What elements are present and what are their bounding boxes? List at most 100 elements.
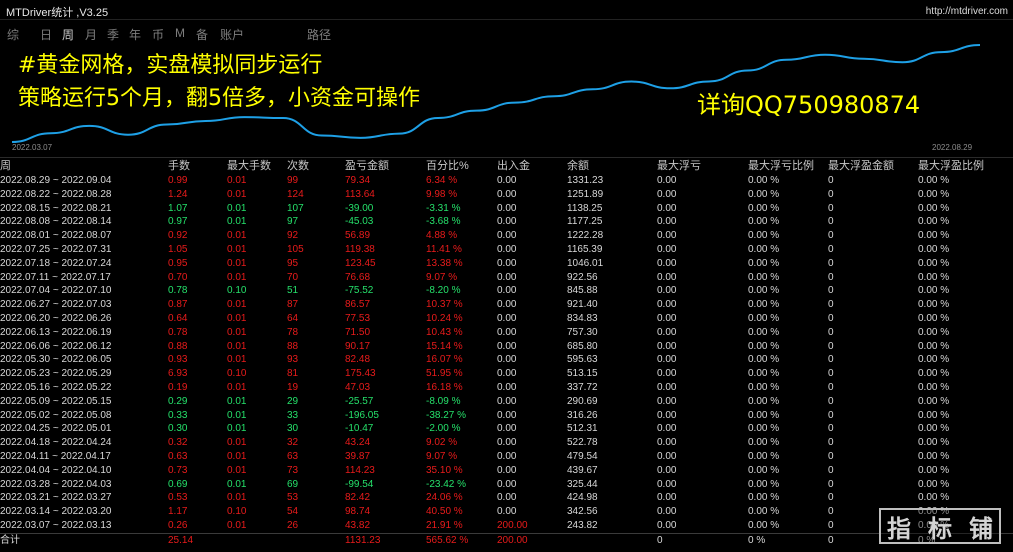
tab-4[interactable]: 季 xyxy=(107,26,119,43)
table-cell: 82.48 xyxy=(345,354,371,366)
table-cell: 0.00 xyxy=(497,492,517,504)
table-cell: 0.00 xyxy=(657,354,677,366)
table-cell: 1.17 xyxy=(168,506,188,518)
column-header[interactable]: 最大手数 xyxy=(227,158,287,174)
table-cell: 0.00 xyxy=(497,450,517,462)
tab-1[interactable]: 日 xyxy=(40,26,52,43)
table-cell: 69 xyxy=(287,478,299,490)
table-cell: 0.00 % xyxy=(748,175,780,186)
column-header[interactable]: 出入金 xyxy=(497,158,567,174)
column-header[interactable]: 余额 xyxy=(567,158,657,174)
table-row[interactable]: 2022.05.09 ~ 2022.05.15 0.29 0.01 29 -25.57 -… xyxy=(0,395,1013,409)
table-row[interactable]: 2022.08.01 ~ 2022.08.07 0.92 0.01 92 56.89 4.… xyxy=(0,229,1013,243)
table-cell: 6.34 % xyxy=(426,175,458,186)
weekly-stats-table-container[interactable]: 周手数 最大手数 次数 盈亏金额 百分比% 出入金 余额 最大浮亏 最大浮亏比例 最大浮盈金额 最大… xyxy=(0,157,1013,552)
table-cell: 9.07 % xyxy=(426,271,458,283)
table-row[interactable]: 2022.05.23 ~ 2022.05.29 6.93 0.10 81 175.43 5… xyxy=(0,367,1013,381)
table-cell: 2022.04.04 ~ 2022.04.10 xyxy=(0,464,112,476)
table-cell: 2022.05.30 ~ 2022.06.05 xyxy=(0,354,112,366)
tab-5[interactable]: 年 xyxy=(129,26,141,43)
website-link[interactable]: http://mtdriver.com xyxy=(926,6,1008,17)
table-cell: 0.01 xyxy=(227,175,247,186)
table-row[interactable]: 2022.03.14 ~ 2022.03.20 1.17 0.10 54 98.74 40… xyxy=(0,505,1013,519)
tab-6[interactable]: 币 xyxy=(152,26,164,43)
table-cell: 0.00 xyxy=(657,506,677,518)
table-cell: 0.73 xyxy=(168,464,188,476)
tab-7[interactable]: M xyxy=(175,26,185,40)
table-row[interactable]: 2022.05.16 ~ 2022.05.22 0.19 0.01 19 47.03 16… xyxy=(0,381,1013,395)
table-cell: 0.00 xyxy=(497,175,517,186)
table-cell: 32 xyxy=(287,437,299,449)
column-header[interactable]: 盈亏金额 xyxy=(345,158,426,174)
tab-9[interactable]: 账户 xyxy=(220,26,244,43)
column-header[interactable]: 最大浮亏比例 xyxy=(748,158,828,174)
tab-10[interactable]: 路径 xyxy=(307,26,331,43)
table-row[interactable]: 2022.03.07 ~ 2022.03.13 0.26 0.01 26 43.82 21… xyxy=(0,519,1013,533)
table-cell: 243.82 xyxy=(567,519,598,531)
table-row[interactable]: 2022.04.11 ~ 2022.04.17 0.63 0.01 63 39.87 9.… xyxy=(0,450,1013,464)
table-cell: 0.00 xyxy=(497,368,517,380)
table-row[interactable]: 2022.08.22 ~ 2022.08.28 1.24 0.01 124 113.64… xyxy=(0,188,1013,202)
column-header[interactable]: 最大浮盈金额 xyxy=(828,158,918,174)
table-row[interactable]: 2022.05.30 ~ 2022.06.05 0.93 0.01 93 82.48 16… xyxy=(0,353,1013,367)
table-row[interactable]: 2022.07.11 ~ 2022.07.17 0.70 0.01 70 76.68 9.… xyxy=(0,271,1013,285)
table-cell: 92 xyxy=(287,230,299,242)
table-row[interactable]: 2022.06.06 ~ 2022.06.12 0.88 0.01 88 90.17 15… xyxy=(0,340,1013,354)
table-cell: 0.00 xyxy=(657,175,677,186)
table-cell: 0.00 % xyxy=(748,395,780,407)
table-cell: 16.07 % xyxy=(426,354,463,366)
table-row[interactable]: 2022.04.25 ~ 2022.05.01 0.30 0.01 30 -10.47 -… xyxy=(0,422,1013,436)
table-row[interactable]: 2022.07.04 ~ 2022.07.10 0.78 0.10 51 -75.52 -… xyxy=(0,284,1013,298)
table-row[interactable]: 2022.07.18 ~ 2022.07.24 0.95 0.01 95 123.45 1… xyxy=(0,257,1013,271)
column-header[interactable]: 最大浮盈比例 xyxy=(918,158,1013,174)
column-header[interactable]: 最大浮亏 xyxy=(657,158,748,174)
table-cell: -39.00 xyxy=(345,202,374,214)
tab-3[interactable]: 月 xyxy=(85,26,97,43)
table-cell: 0.78 xyxy=(168,326,188,338)
table-row[interactable]: 2022.06.27 ~ 2022.07.03 0.87 0.01 87 86.57 10… xyxy=(0,298,1013,312)
column-header[interactable]: 百分比% xyxy=(426,158,497,174)
table-cell: 30 xyxy=(287,423,299,435)
table-cell: 316.26 xyxy=(567,409,598,421)
column-header[interactable]: 次数 xyxy=(287,158,345,174)
table-cell: 0.00 xyxy=(657,368,677,380)
table-total-cell: 0 xyxy=(657,532,748,548)
table-cell: 2022.04.18 ~ 2022.04.24 xyxy=(0,437,112,449)
table-cell: 325.44 xyxy=(567,478,598,490)
table-cell: 2022.06.13 ~ 2022.06.19 xyxy=(0,326,112,338)
table-row[interactable]: 2022.04.18 ~ 2022.04.24 0.32 0.01 32 43.24 9.… xyxy=(0,436,1013,450)
table-cell: 200.00 xyxy=(497,519,528,531)
tab-8[interactable]: 备 xyxy=(196,26,208,43)
table-row[interactable]: 2022.03.21 ~ 2022.03.27 0.53 0.01 53 82.42 24… xyxy=(0,491,1013,505)
table-row[interactable]: 2022.08.08 ~ 2022.08.14 0.97 0.01 97 -45.03 -… xyxy=(0,215,1013,229)
table-total-row[interactable]: 合计 25.14 1131.23 565.62 % 200.00 0 0 % 0 0 % xyxy=(0,532,1013,548)
table-row[interactable]: 2022.08.15 ~ 2022.08.21 1.07 0.01 107 -39.00… xyxy=(0,202,1013,216)
table-cell: 0.00 xyxy=(657,478,677,490)
table-cell: 0.00 xyxy=(657,326,677,338)
table-cell: 685.80 xyxy=(567,340,598,352)
tab-0[interactable]: 综 xyxy=(7,26,19,43)
table-row[interactable]: 2022.06.20 ~ 2022.06.26 0.64 0.01 64 77.53 10… xyxy=(0,312,1013,326)
tab-2[interactable]: 周 xyxy=(62,26,74,43)
table-cell: 0.01 xyxy=(227,257,247,269)
table-cell: 0.00 xyxy=(657,450,677,462)
table-row[interactable]: 2022.03.28 ~ 2022.04.03 0.69 0.01 69 -99.54 -… xyxy=(0,478,1013,492)
column-header[interactable]: 手数 xyxy=(168,158,227,174)
column-header[interactable]: 周 xyxy=(0,158,168,174)
table-cell: 2022.07.11 ~ 2022.07.17 xyxy=(0,271,111,283)
table-cell: 123.45 xyxy=(345,257,376,269)
table-cell: 2022.05.02 ~ 2022.05.08 xyxy=(0,409,112,421)
table-row[interactable]: 2022.04.04 ~ 2022.04.10 0.73 0.01 73 114.23 3… xyxy=(0,464,1013,478)
table-cell: 0.00 xyxy=(497,478,517,490)
table-cell: 2022.03.28 ~ 2022.04.03 xyxy=(0,478,112,490)
table-row[interactable]: 2022.07.25 ~ 2022.07.31 1.05 0.01 105 119.38… xyxy=(0,243,1013,257)
table-cell: 0.00 xyxy=(657,519,677,531)
table-row[interactable]: 2022.06.13 ~ 2022.06.19 0.78 0.01 78 71.50 10… xyxy=(0,326,1013,340)
table-cell: 51 xyxy=(287,285,299,297)
table-cell: 77.53 xyxy=(345,312,371,324)
table-row[interactable]: 2022.05.02 ~ 2022.05.08 0.33 0.01 33 -196.05… xyxy=(0,409,1013,423)
table-row[interactable]: 2022.08.29 ~ 2022.09.04 0.99 0.01 99 79.34 6.… xyxy=(0,174,1013,188)
table-total-cell xyxy=(567,532,657,548)
table-cell: 0.01 xyxy=(227,188,247,200)
table-total-cell: 0 % xyxy=(748,532,828,548)
